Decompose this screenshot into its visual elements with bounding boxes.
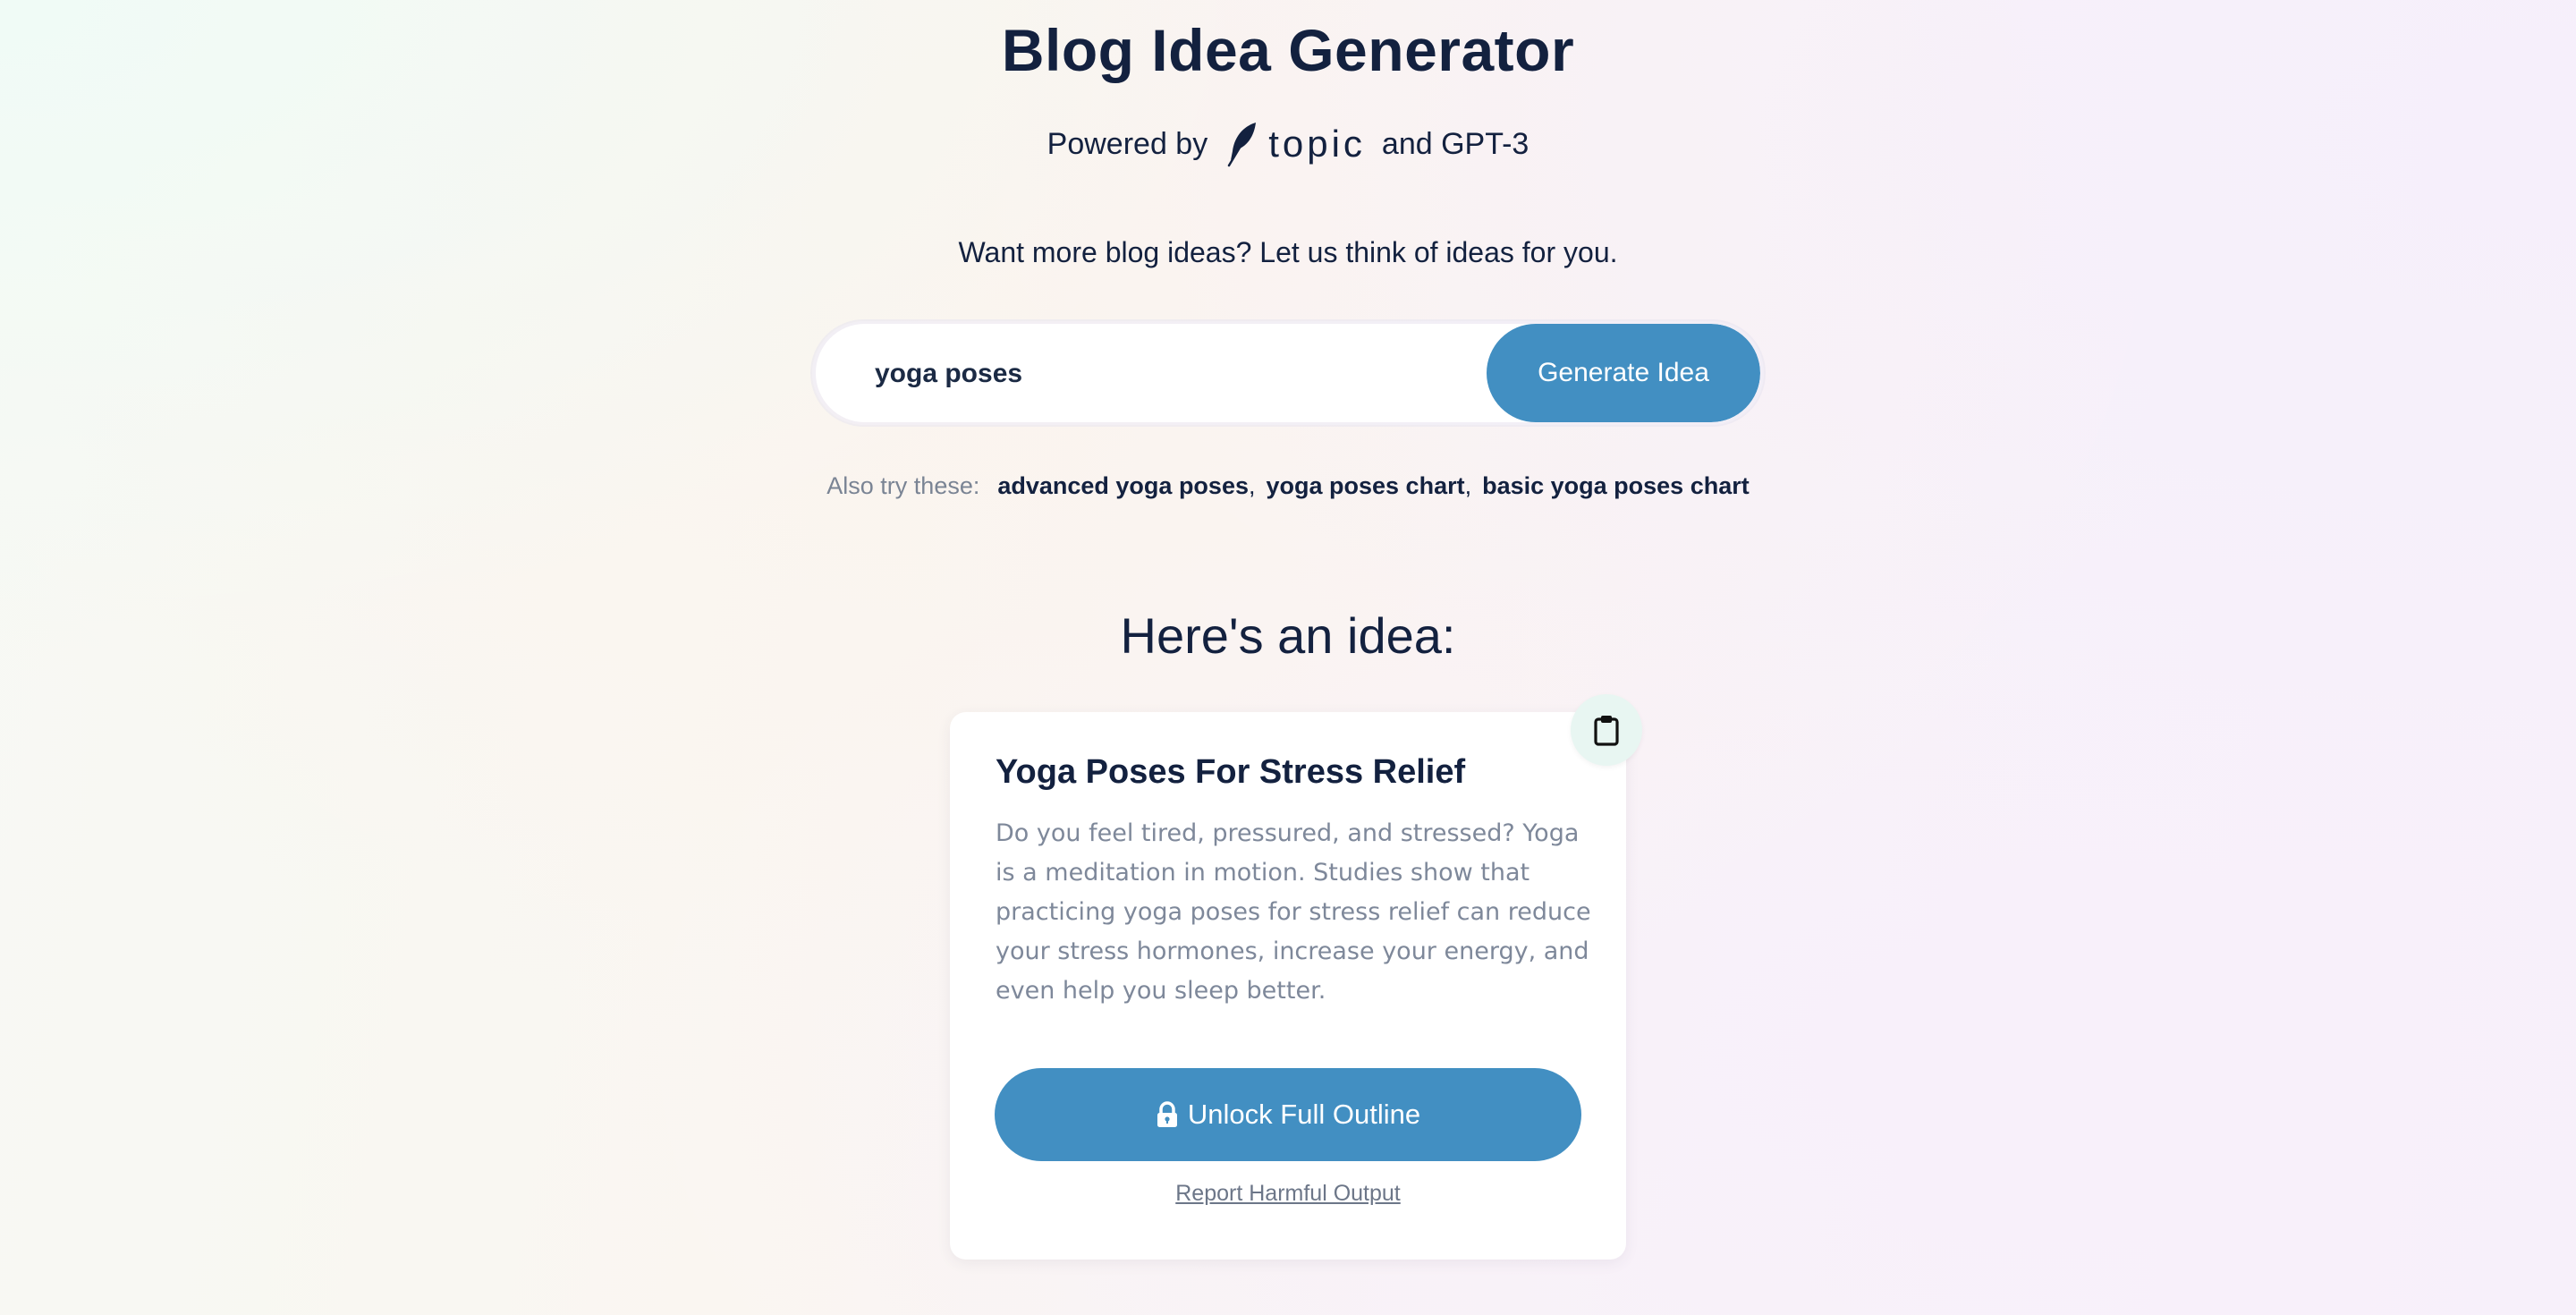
generate-idea-button[interactable]: Generate Idea xyxy=(1487,324,1760,422)
suggestions-row: Also try these: advanced yoga poses , yo… xyxy=(0,472,2576,500)
suggestions-label: Also try these: xyxy=(826,472,980,499)
brand-name: topic xyxy=(1268,123,1366,165)
keyword-input[interactable] xyxy=(873,324,1485,422)
suggestion-link[interactable]: advanced yoga poses xyxy=(997,472,1249,500)
suggestion-link[interactable]: basic yoga poses chart xyxy=(1482,472,1750,500)
clipboard-icon xyxy=(1594,716,1619,746)
topic-logo[interactable]: topic xyxy=(1224,121,1366,167)
idea-card: Yoga Poses For Stress Relief Do you feel… xyxy=(950,712,1626,1260)
idea-heading: Here's an idea: xyxy=(1120,607,1456,664)
suggestion-link[interactable]: yoga poses chart xyxy=(1267,472,1465,500)
powered-suffix: and GPT-3 xyxy=(1381,126,1530,161)
report-harmful-output-link[interactable]: Report Harmful Output xyxy=(950,1181,1626,1207)
page-title: Blog Idea Generator xyxy=(1001,17,1575,83)
idea-title: Yoga Poses For Stress Relief xyxy=(996,753,1466,791)
feather-icon xyxy=(1227,123,1257,167)
lock-icon xyxy=(1157,1101,1177,1127)
powered-prefix: Powered by xyxy=(1046,126,1208,161)
unlock-full-outline-button[interactable]: Unlock Full Outline xyxy=(995,1068,1581,1161)
tagline: Want more blog ideas? Let us think of id… xyxy=(958,236,1618,268)
suggestion-separator: , xyxy=(1248,472,1256,499)
unlock-label: Unlock Full Outline xyxy=(1187,1099,1421,1130)
powered-by-line: Powered by topic and GPT-3 xyxy=(0,121,2576,167)
suggestion-separator: , xyxy=(1464,472,1472,499)
copy-idea-button[interactable] xyxy=(1571,694,1642,766)
idea-description: Do you feel tired, pressured, and stress… xyxy=(996,819,1591,1005)
search-bar: Generate Idea xyxy=(816,324,1760,422)
